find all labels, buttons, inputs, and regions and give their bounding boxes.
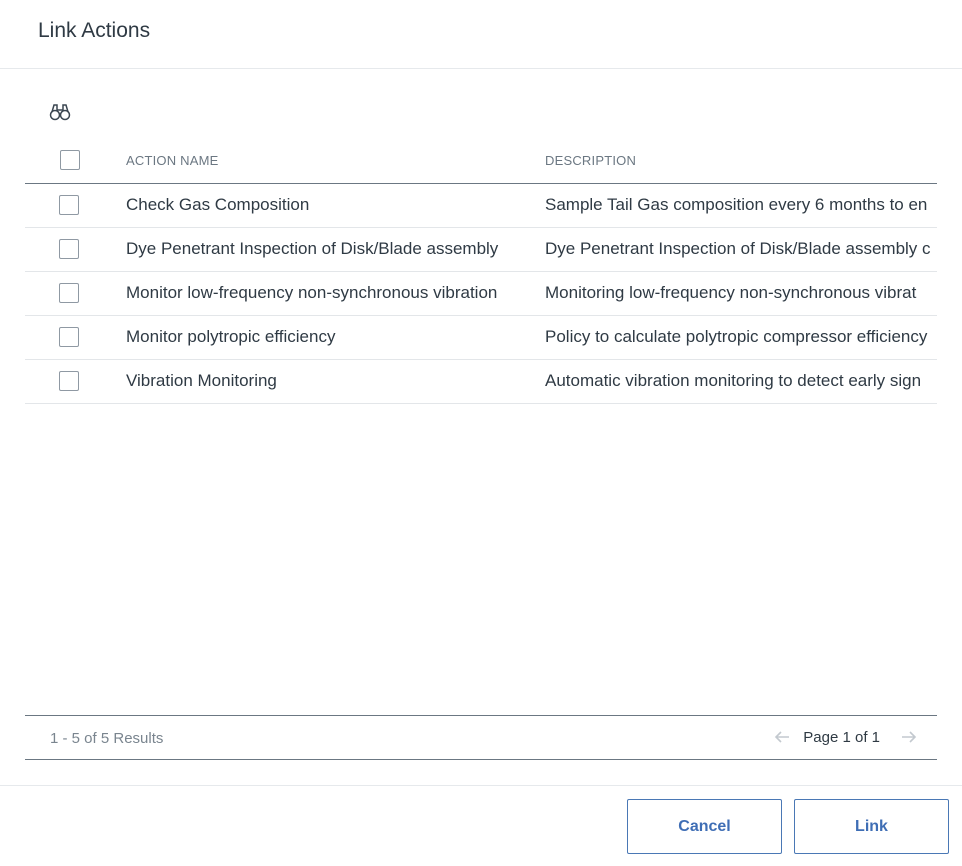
row-checkbox[interactable]	[59, 195, 79, 215]
arrow-right-icon[interactable]	[899, 727, 919, 747]
arrow-left-icon[interactable]	[772, 727, 792, 747]
pagination-bar: 1 - 5 of 5 Results Page 1 of 1	[25, 715, 937, 760]
table-row[interactable]: Monitor low-frequency non-synchronous vi…	[25, 272, 937, 316]
table-row[interactable]: Monitor polytropic efficiency Policy to …	[25, 316, 937, 360]
row-checkbox[interactable]	[59, 371, 79, 391]
action-name-cell: Monitor polytropic efficiency	[126, 327, 336, 346]
column-header-description[interactable]: DESCRIPTION	[545, 153, 636, 168]
description-cell: Automatic vibration monitoring to detect…	[545, 371, 922, 390]
dialog-actions: Cancel Link	[0, 785, 962, 866]
results-count: 1 - 5 of 5 Results	[50, 730, 164, 747]
dialog-header: Link Actions	[0, 0, 962, 69]
actions-grid: ACTION NAME DESCRIPTION Check Gas Compos…	[25, 137, 937, 405]
action-name-cell: Vibration Monitoring	[126, 371, 277, 390]
description-cell: Monitoring low-frequency non-synchronous…	[545, 283, 917, 302]
page-indicator: Page 1 of 1	[803, 729, 880, 746]
link-button[interactable]: Link	[794, 799, 949, 854]
select-all-checkbox[interactable]	[60, 150, 80, 170]
binoculars-icon[interactable]	[49, 102, 71, 122]
description-cell: Policy to calculate polytropic compresso…	[545, 327, 928, 346]
action-name-cell: Dye Penetrant Inspection of Disk/Blade a…	[126, 239, 499, 258]
description-cell: Sample Tail Gas composition every 6 mont…	[545, 195, 928, 214]
pager: Page 1 of 1	[737, 716, 937, 760]
link-actions-dialog: Link Actions ACTION NAME DESCRIPTION Che…	[0, 0, 962, 866]
dialog-title: Link Actions	[38, 19, 151, 42]
action-name-cell: Monitor low-frequency non-synchronous vi…	[126, 283, 498, 302]
row-checkbox[interactable]	[59, 327, 79, 347]
action-name-cell: Check Gas Composition	[126, 195, 310, 214]
grid-rows: Check Gas Composition Sample Tail Gas co…	[25, 184, 937, 404]
table-row[interactable]: Vibration Monitoring Automatic vibration…	[25, 360, 937, 404]
table-row[interactable]: Check Gas Composition Sample Tail Gas co…	[25, 184, 937, 228]
description-cell: Dye Penetrant Inspection of Disk/Blade a…	[545, 239, 931, 258]
table-row[interactable]: Dye Penetrant Inspection of Disk/Blade a…	[25, 228, 937, 272]
row-checkbox[interactable]	[59, 283, 79, 303]
column-header-action-name[interactable]: ACTION NAME	[126, 153, 218, 168]
cancel-button[interactable]: Cancel	[627, 799, 782, 854]
row-checkbox[interactable]	[59, 239, 79, 259]
grid-header: ACTION NAME DESCRIPTION	[25, 137, 937, 184]
